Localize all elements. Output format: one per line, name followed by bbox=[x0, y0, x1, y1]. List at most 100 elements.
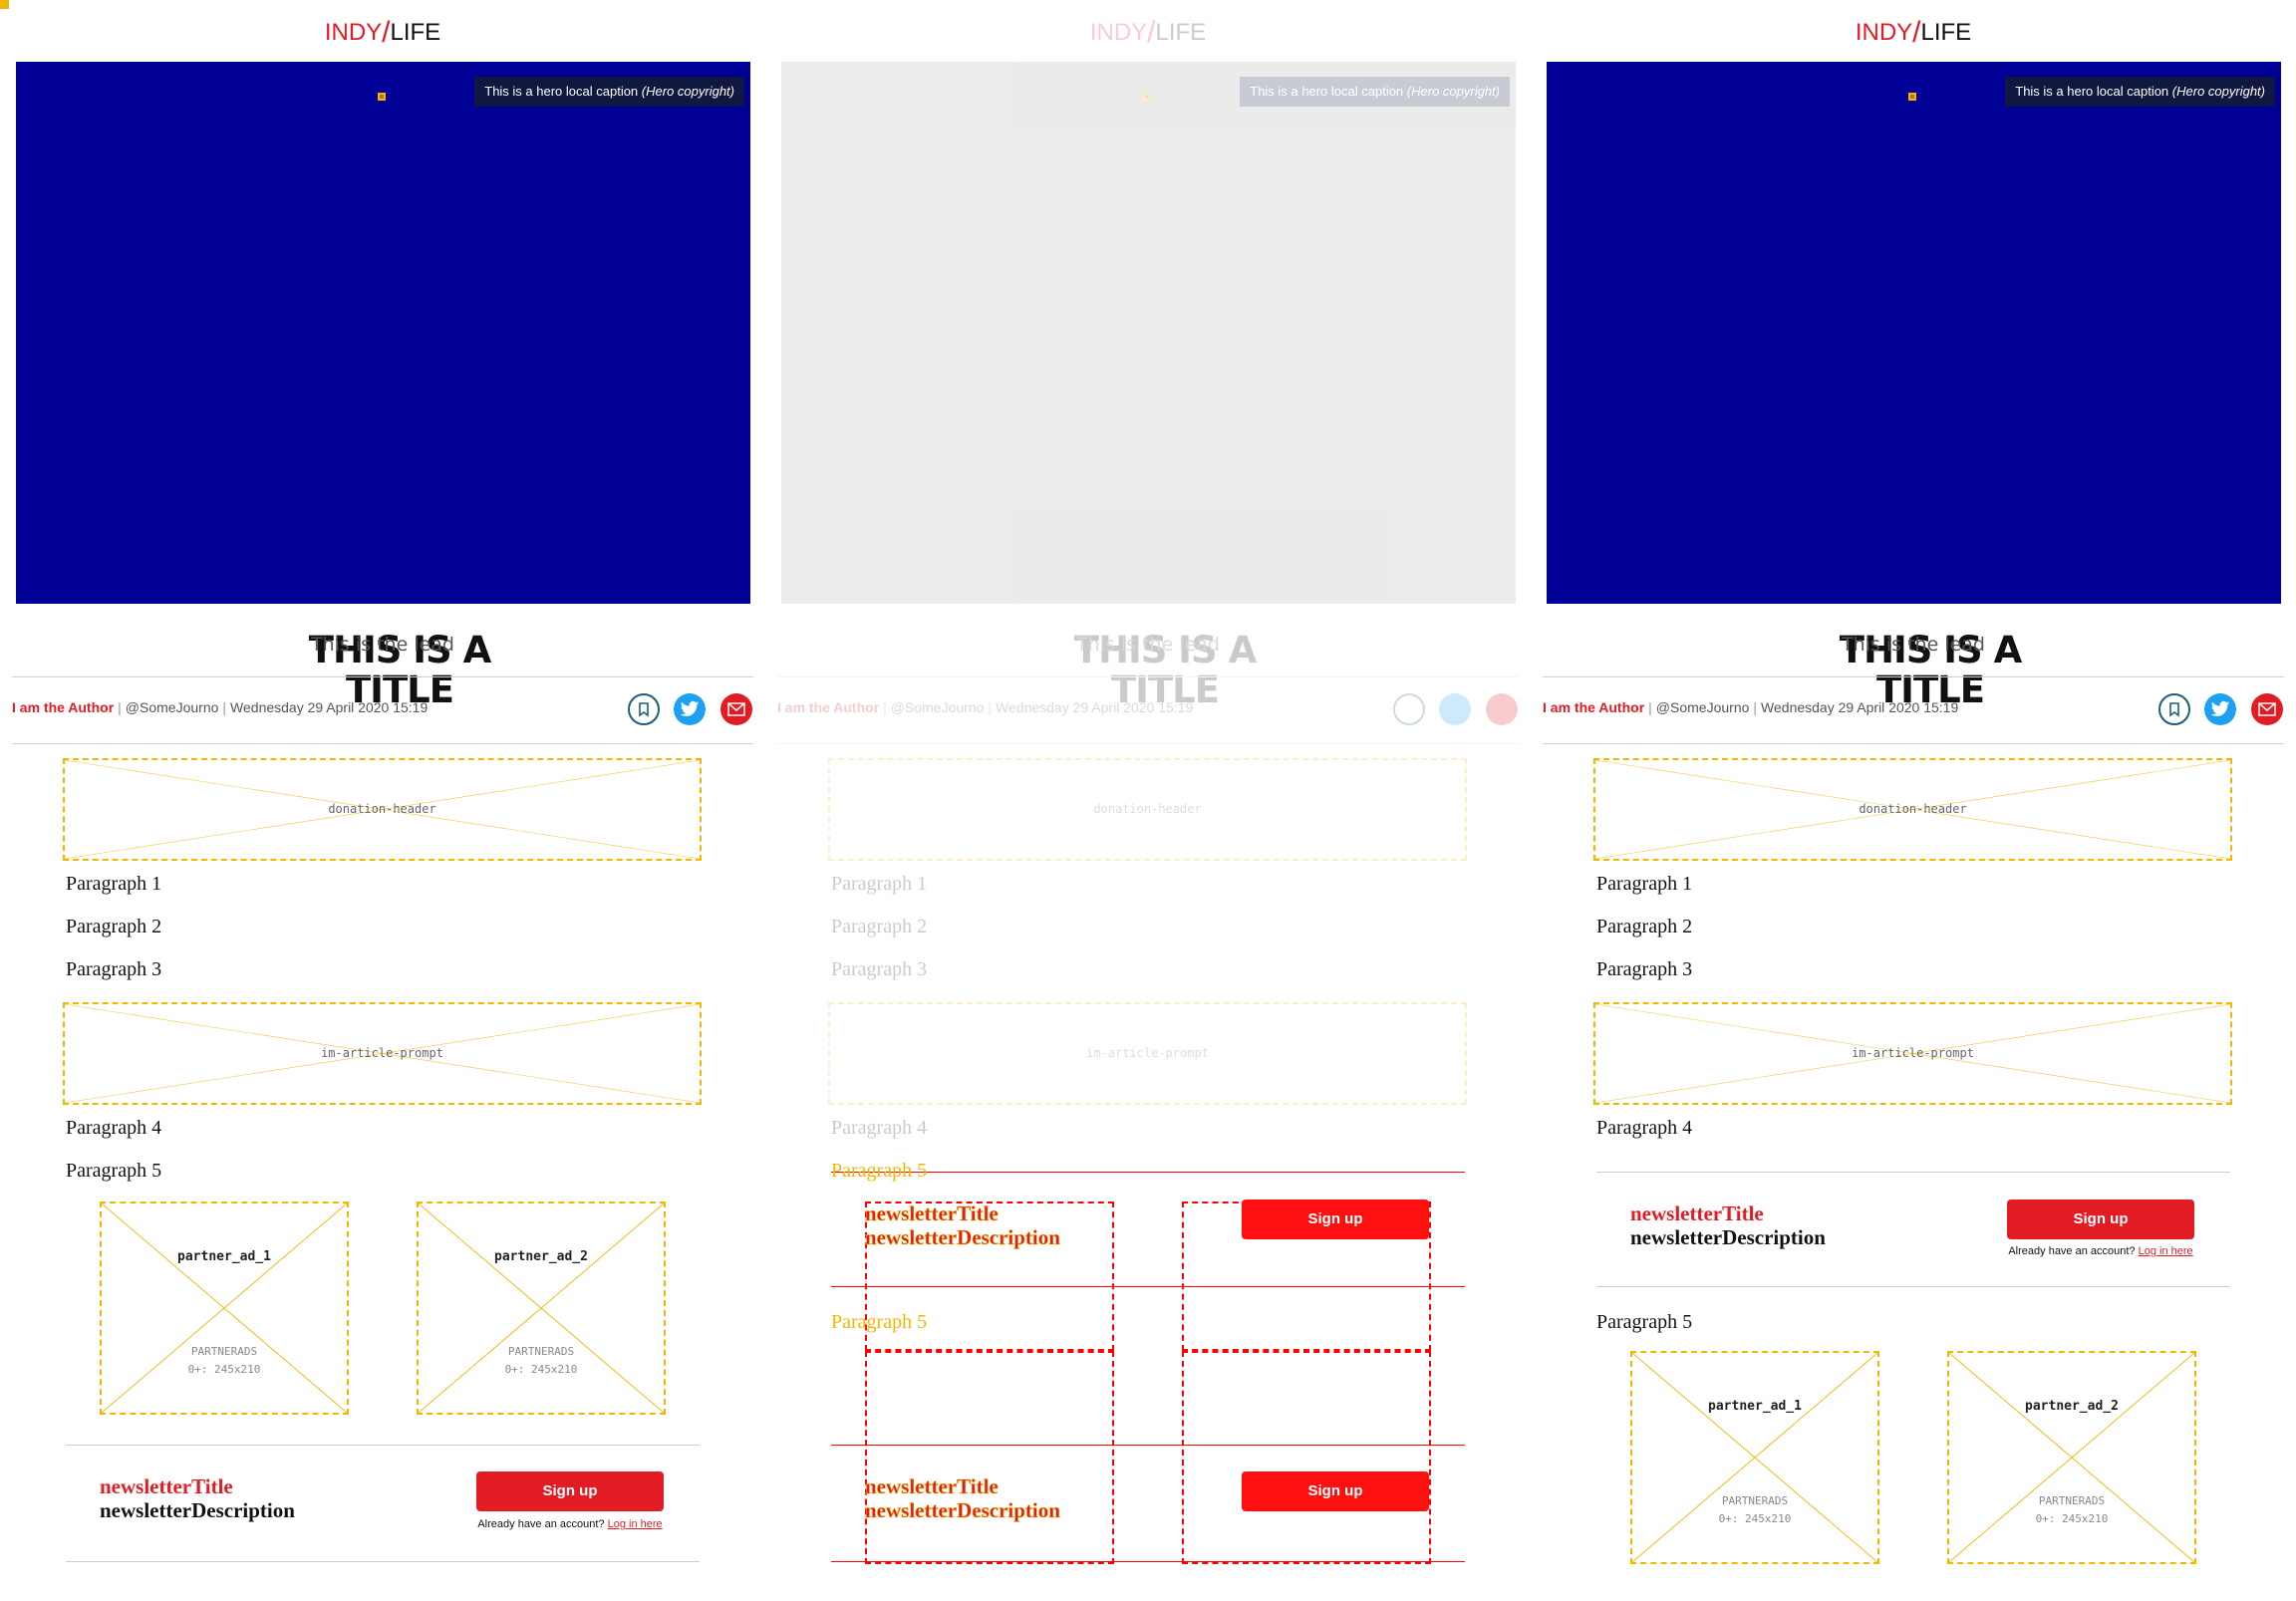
partner-ad-1[interactable]: partner_ad_1 PARTNERADS 0+: 245x210 bbox=[100, 1201, 349, 1415]
left-variant: INDY/LIFE This is a hero local caption (… bbox=[0, 0, 753, 1601]
paragraph-1: Paragraph 1 bbox=[66, 873, 162, 895]
ad-size: 0+: 245x210 bbox=[187, 1363, 261, 1376]
author-link[interactable]: I am the Author bbox=[1543, 699, 1644, 715]
diff-box bbox=[1182, 1351, 1431, 1564]
divider bbox=[1596, 1286, 2230, 1287]
twitter-icon bbox=[2210, 700, 2230, 716]
twitter-share-button[interactable] bbox=[674, 693, 706, 725]
diff-signup-button: Sign up bbox=[1242, 1471, 1429, 1511]
diff-line bbox=[831, 1445, 1465, 1446]
ad-name: partner_ad_2 bbox=[2025, 1399, 2119, 1414]
email-icon bbox=[727, 702, 745, 716]
article-lead: This is the lead bbox=[311, 634, 454, 656]
hero-caption-text: This is a hero local caption bbox=[2015, 84, 2169, 99]
hero-caption-copyright: (Hero copyright) bbox=[641, 84, 734, 99]
login-link[interactable]: Log in here bbox=[2139, 1245, 2193, 1257]
hero-image-marker bbox=[378, 93, 386, 101]
logo-life: LIFE bbox=[390, 19, 441, 46]
byline: I am the Author | @SomeJourno | Wednesday 29… bbox=[12, 699, 428, 715]
article-lead: This is the lead bbox=[1842, 634, 1985, 656]
ad-partner: PARTNERADS bbox=[507, 1345, 575, 1358]
paragraph-3: Paragraph 3 bbox=[1596, 958, 1693, 980]
bookmark-button[interactable] bbox=[2158, 693, 2190, 725]
bookmark-button[interactable] bbox=[628, 693, 660, 725]
diff-newsletter-title: newsletterTitle bbox=[865, 1201, 999, 1226]
author-link[interactable]: I am the Author bbox=[12, 699, 114, 715]
publish-date: Wednesday 29 April 2020 15:19 bbox=[1761, 699, 1959, 715]
author-twitter-handle[interactable]: @SomeJourno bbox=[126, 699, 219, 715]
signup-button[interactable]: Sign up bbox=[2007, 1200, 2194, 1239]
account-prompt: Already have an account? Log in here bbox=[476, 1518, 664, 1530]
ad-name: partner_ad_1 bbox=[177, 1249, 271, 1264]
paragraph-3: Paragraph 3 bbox=[66, 958, 162, 980]
diff-newsletter-description: newsletterDescription bbox=[865, 1498, 1060, 1523]
article-prompt-placeholder: im-article-prompt bbox=[63, 1002, 702, 1105]
paragraph-5: Paragraph 5 bbox=[1596, 1311, 1693, 1333]
ad-partner: PARTNERADS bbox=[2038, 1494, 2106, 1507]
ad-partner: PARTNERADS bbox=[1721, 1494, 1789, 1507]
logo-indy: INDY bbox=[1855, 19, 1913, 46]
logo-life: LIFE bbox=[1920, 19, 1972, 46]
newsletter-description: newsletterDescription bbox=[100, 1498, 295, 1522]
divider bbox=[1543, 743, 2284, 744]
divider bbox=[1543, 676, 2284, 677]
newsletter-title: newsletterTitle bbox=[100, 1474, 233, 1498]
login-link[interactable]: Log in here bbox=[608, 1518, 663, 1530]
account-prompt-text: Already have an account? bbox=[2008, 1245, 2136, 1257]
ad-partner: PARTNERADS bbox=[190, 1345, 258, 1358]
hero-caption: This is a hero local caption (Hero copyr… bbox=[2005, 77, 2275, 107]
partner-ad-2[interactable]: partner_ad_2 PARTNERADS 0+: 245x210 bbox=[1947, 1351, 2196, 1564]
diff-newsletter-description: newsletterDescription bbox=[865, 1225, 1060, 1250]
author-twitter-handle[interactable]: @SomeJourno bbox=[1656, 699, 1750, 715]
placeholder-label: donation-header bbox=[1859, 802, 1967, 816]
diff-signup-button: Sign up bbox=[1242, 1200, 1429, 1239]
diff-paragraph-5: Paragraph 5 bbox=[831, 1160, 928, 1182]
ad-name: partner_ad_1 bbox=[1708, 1399, 1802, 1414]
twitter-share-button[interactable] bbox=[2204, 693, 2236, 725]
hero-image: This is a hero local caption (Hero copyr… bbox=[16, 62, 750, 710]
ad-size: 0+: 245x210 bbox=[504, 1363, 578, 1376]
divider bbox=[12, 676, 753, 677]
corner-marker bbox=[0, 0, 9, 9]
divider bbox=[66, 1561, 700, 1562]
bookmark-icon bbox=[639, 702, 649, 717]
hero-image: This is a hero local caption (Hero copyr… bbox=[1547, 62, 2281, 710]
placeholder-label: donation-header bbox=[328, 802, 436, 816]
diff-box bbox=[865, 1351, 1114, 1564]
paragraph-4: Paragraph 4 bbox=[1596, 1117, 1693, 1139]
publish-date: Wednesday 29 April 2020 15:19 bbox=[230, 699, 429, 715]
divider bbox=[1596, 1172, 2230, 1173]
paragraph-2: Paragraph 2 bbox=[66, 916, 162, 937]
diff-paragraph-5: Paragraph 5 bbox=[831, 1311, 928, 1333]
signup-button[interactable]: Sign up bbox=[476, 1471, 664, 1511]
byline-separator: | bbox=[1648, 699, 1652, 715]
article-prompt-placeholder: im-article-prompt bbox=[1593, 1002, 2232, 1105]
hero-caption: This is a hero local caption (Hero copyr… bbox=[474, 77, 744, 107]
logo-slash: / bbox=[382, 16, 391, 49]
hero-caption-copyright: (Hero copyright) bbox=[2171, 84, 2265, 99]
partner-ad-1[interactable]: partner_ad_1 PARTNERADS 0+: 245x210 bbox=[1630, 1351, 1879, 1564]
logo-slash: / bbox=[1912, 16, 1921, 49]
placeholder-label: im-article-prompt bbox=[1852, 1046, 1974, 1060]
diff-overlay: Paragraph 5 newsletterTitle newsletterDe… bbox=[765, 0, 1519, 1601]
diff-line bbox=[831, 1561, 1465, 1562]
site-logo[interactable]: INDY/LIFE bbox=[0, 16, 765, 50]
divider bbox=[12, 743, 753, 744]
partner-ad-2[interactable]: partner_ad_2 PARTNERADS 0+: 245x210 bbox=[417, 1201, 666, 1415]
ad-size: 0+: 245x210 bbox=[2035, 1512, 2109, 1525]
donation-header-placeholder: donation-header bbox=[1593, 758, 2232, 861]
account-prompt-text: Already have an account? bbox=[477, 1518, 605, 1530]
paragraph-1: Paragraph 1 bbox=[1596, 873, 1693, 895]
newsletter-description: newsletterDescription bbox=[1630, 1225, 1826, 1249]
donation-header-placeholder: donation-header bbox=[63, 758, 702, 861]
paragraph-5: Paragraph 5 bbox=[66, 1160, 162, 1182]
newsletter-title: newsletterTitle bbox=[1630, 1201, 1764, 1225]
email-share-button[interactable] bbox=[2251, 693, 2283, 725]
right-variant: INDY/LIFE This is a hero local caption (… bbox=[1531, 0, 2284, 1601]
byline-separator: | bbox=[222, 699, 227, 715]
hero-image-marker bbox=[1908, 93, 1916, 101]
twitter-icon bbox=[680, 700, 700, 716]
email-share-button[interactable] bbox=[720, 693, 752, 725]
email-icon bbox=[2258, 702, 2276, 716]
site-logo[interactable]: INDY/LIFE bbox=[1531, 16, 2296, 50]
